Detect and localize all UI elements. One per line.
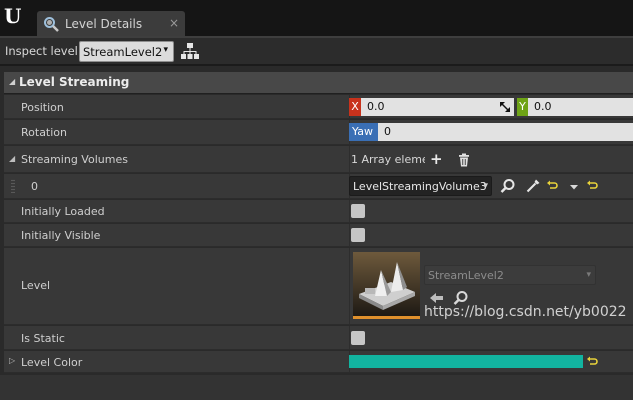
column-divider <box>349 200 350 222</box>
row-is-static: Is Static <box>4 326 633 350</box>
position-label: Position <box>21 101 64 114</box>
array-count: 1 Array elements <box>351 153 425 166</box>
yaw-axis-tag: Yaw <box>349 123 378 141</box>
column-divider <box>349 146 350 172</box>
element-index: 0 <box>31 180 38 193</box>
streaming-volume-value: LevelStreamingVolume3 <box>353 180 487 193</box>
position-y-value: 0.0 <box>534 100 552 113</box>
initially-loaded-checkbox[interactable] <box>351 204 365 218</box>
inspect-level-dropdown[interactable]: StreamLevel2 ▾ <box>79 41 174 62</box>
tab-level-details[interactable]: Level Details × <box>37 11 185 36</box>
position-y-input[interactable]: 0.0 <box>528 98 633 116</box>
level-asset-dropdown[interactable]: StreamLevel2 ▾ <box>424 265 596 285</box>
close-icon[interactable]: × <box>169 16 179 30</box>
reset-icon[interactable] <box>586 180 598 192</box>
is-static-checkbox[interactable] <box>351 331 365 345</box>
chevron-down-icon: ▾ <box>483 181 488 191</box>
row-initially-visible: Initially Visible <box>4 224 633 247</box>
unreal-logo: U <box>4 4 22 28</box>
position-x-input[interactable]: 0.0 <box>361 98 514 116</box>
reset-icon[interactable] <box>546 180 558 192</box>
level-asset-value: StreamLevel2 <box>428 269 504 282</box>
streaming-volumes-label: Streaming Volumes <box>21 153 128 166</box>
level-thumbnail[interactable] <box>353 252 420 319</box>
expand-arrow-icon[interactable]: ▷ <box>9 356 15 365</box>
streaming-volume-dropdown[interactable]: LevelStreamingVolume3 ▾ <box>349 176 492 196</box>
search-icon[interactable] <box>500 178 516 194</box>
x-axis-tag: X <box>349 98 361 116</box>
level-color-swatch[interactable] <box>349 355 583 368</box>
inspect-level-label: Inspect level: <box>5 44 82 58</box>
inspect-level-value: StreamLevel2 <box>83 45 163 59</box>
rotation-yaw-value: 0 <box>384 125 391 138</box>
magnifier-icon <box>44 17 59 32</box>
bottom-strip <box>0 375 633 400</box>
chevron-down-icon: ▾ <box>163 45 168 55</box>
row-initially-loaded: Initially Loaded <box>4 200 633 223</box>
details-panel: ◢ Level Streaming Position X 0.0 Y 0.0 R… <box>0 66 633 400</box>
position-x-value: 0.0 <box>367 100 385 113</box>
eyedropper-icon[interactable] <box>525 178 541 194</box>
initially-visible-label: Initially Visible <box>21 229 101 242</box>
chevron-down-icon: ▾ <box>586 270 591 280</box>
initially-visible-checkbox[interactable] <box>351 228 365 242</box>
resize-arrow-icon[interactable] <box>500 102 510 112</box>
column-divider <box>349 224 350 246</box>
trash-icon[interactable] <box>456 152 472 168</box>
expand-arrow-icon[interactable]: ◢ <box>9 154 15 163</box>
title-bar: U Level Details × <box>0 0 633 36</box>
chevron-down-icon[interactable] <box>568 181 580 193</box>
column-divider <box>349 248 350 324</box>
y-axis-tag: Y <box>517 98 528 116</box>
row-streaming-volumes: ◢ Streaming Volumes <box>4 146 633 173</box>
initially-loaded-label: Initially Loaded <box>21 205 105 218</box>
watermark: https://blog.csdn.net/yb0022 <box>424 304 627 320</box>
reset-icon[interactable] <box>586 356 598 368</box>
section-title: Level Streaming <box>19 75 130 89</box>
drag-handle-icon[interactable] <box>11 179 15 193</box>
is-static-label: Is Static <box>21 332 65 345</box>
section-level-streaming[interactable]: ◢ Level Streaming <box>4 72 633 94</box>
tab-title: Level Details <box>65 17 143 31</box>
level-color-label: Level Color <box>21 356 83 369</box>
toolbar: Inspect level: StreamLevel2 ▾ <box>0 36 633 64</box>
level-label: Level <box>21 279 51 292</box>
rotation-label: Rotation <box>21 126 68 139</box>
column-divider <box>349 326 350 349</box>
rotation-yaw-input[interactable]: 0 <box>378 123 633 141</box>
collapse-arrow-icon: ◢ <box>9 77 16 86</box>
hierarchy-icon[interactable] <box>181 43 199 59</box>
add-icon[interactable]: + <box>430 150 443 168</box>
